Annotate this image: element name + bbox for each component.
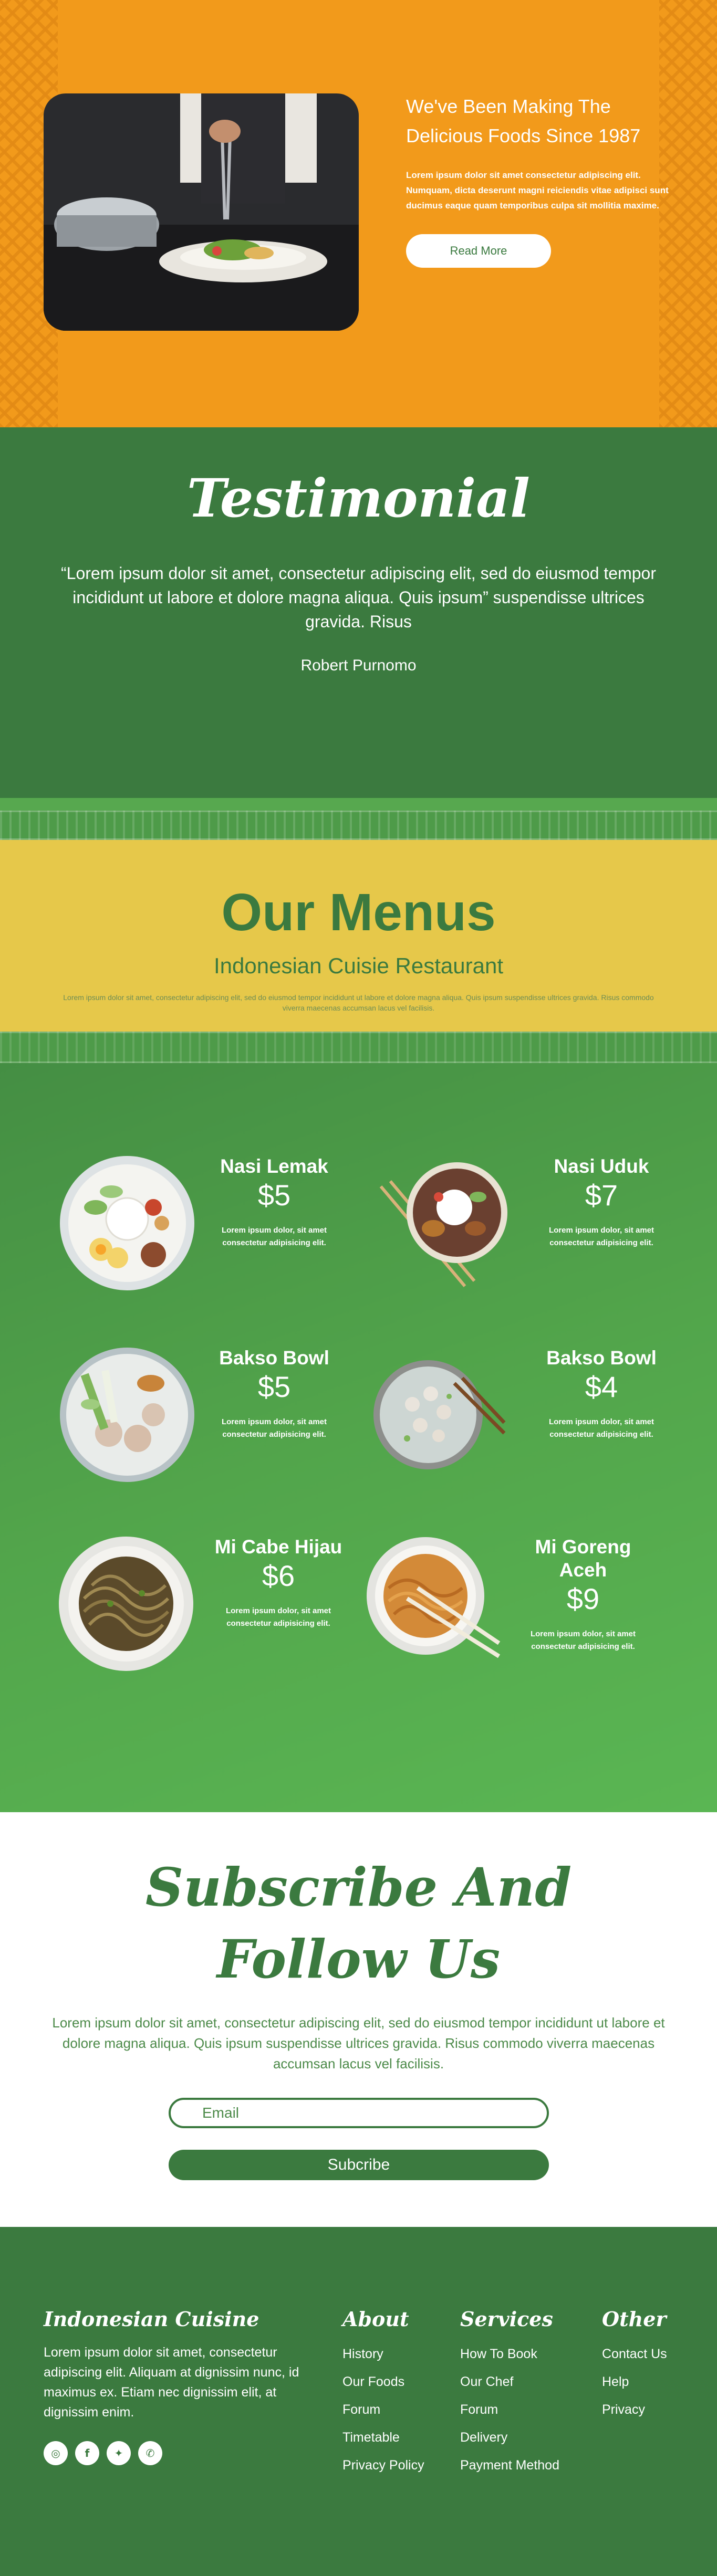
footer-link-privacy-policy[interactable]: Privacy Policy xyxy=(342,2452,424,2479)
subscribe-button[interactable]: Subcribe xyxy=(169,2150,549,2180)
about-body: Lorem ipsum dolor sit amet consectetur a… xyxy=(406,170,669,211)
footer-brand-title: Indonesian Cuisine xyxy=(44,2307,259,2331)
chef-plating-photo xyxy=(44,93,359,331)
about-text-block: We've Been Making The Delicious Foods Si… xyxy=(406,92,674,268)
footer-link-forum[interactable]: Forum xyxy=(342,2396,424,2424)
menu-name: Mi Goreng Aceh xyxy=(535,1536,631,1581)
menu-item-nasi-uduk[interactable]: Nasi Uduk $7 Lorem ipsum dolor, sit amet… xyxy=(376,1155,691,1312)
testimonial-author: Robert Purnomo xyxy=(300,657,417,674)
nasi-uduk-bowl xyxy=(376,1155,512,1291)
testimonial-title: Testimonial xyxy=(186,467,531,529)
menu-item-mi-goreng-aceh[interactable]: Mi Goreng Aceh $9 Lorem ipsum dolor, sit… xyxy=(365,1536,680,1693)
instagram-icon[interactable]: ◎ xyxy=(44,2441,68,2465)
footer-links: Contact Us Help Privacy xyxy=(602,2340,667,2424)
menu-desc: Lorem ipsum dolor, sit amet consectetur … xyxy=(221,1226,327,1247)
footer: Indonesian Cuisine Lorem ipsum dolor sit… xyxy=(0,2227,717,2576)
bakso-bowl xyxy=(59,1347,195,1483)
menu-desc: Lorem ipsum dolor, sit amet consectetur … xyxy=(225,1606,331,1628)
green-chili-noodle-plate xyxy=(58,1536,194,1672)
menu-info: Mi Goreng Aceh $9 Lorem ipsum dolor, sit… xyxy=(515,1536,651,1653)
menu-info: Mi Cabe Hijau $6 Lorem ipsum dolor, sit … xyxy=(210,1536,347,1630)
menu-info: Bakso Bowl $4 Lorem ipsum dolor, sit ame… xyxy=(533,1347,670,1441)
menu-name: Nasi Uduk xyxy=(554,1155,649,1177)
menu-price: $9 xyxy=(566,1582,600,1615)
footer-brand-desc: Lorem ipsum dolor sit amet, consectetur … xyxy=(44,2345,299,2420)
testimonial-section: Testimonial “Lorem ipsum dolor sit amet,… xyxy=(0,427,717,798)
menus-header: Our Menus Indonesian Cuisie Restaurant L… xyxy=(0,840,717,1032)
menus-section: Our Menus Indonesian Cuisie Restaurant L… xyxy=(0,798,717,1812)
footer-link-our-foods[interactable]: Our Foods xyxy=(342,2368,424,2396)
menu-price: $6 xyxy=(262,1559,295,1592)
menu-price: $5 xyxy=(257,1179,291,1212)
subscribe-body: Lorem ipsum dolor sit amet, consectetur … xyxy=(52,2015,665,2072)
about-heading: We've Been Making The Delicious Foods Si… xyxy=(406,96,641,146)
about-section: We've Been Making The Delicious Foods Si… xyxy=(0,0,717,427)
menu-info: Nasi Lemak $5 Lorem ipsum dolor, sit ame… xyxy=(206,1155,342,1249)
footer-col-services: Services How To Book Our Chef Forum Deli… xyxy=(460,2306,559,2479)
footer-link-payment-method[interactable]: Payment Method xyxy=(460,2452,559,2479)
menu-price: $5 xyxy=(257,1370,291,1403)
footer-link-how-to-book[interactable]: How To Book xyxy=(460,2340,559,2368)
nasi-lemak-plate xyxy=(59,1155,195,1291)
menu-name: Mi Cabe Hijau xyxy=(214,1536,342,1558)
facebook-icon[interactable]: f xyxy=(75,2441,99,2465)
footer-link-forum[interactable]: Forum xyxy=(460,2396,559,2424)
menu-desc: Lorem ipsum dolor, sit amet consectetur … xyxy=(530,1629,636,1651)
social-links: ◎ f ✦ ✆ xyxy=(44,2441,317,2465)
footer-link-our-chef[interactable]: Our Chef xyxy=(460,2368,559,2396)
footer-link-delivery[interactable]: Delivery xyxy=(460,2424,559,2452)
bakso-soup-bowl xyxy=(370,1347,507,1483)
menu-info: Bakso Bowl $5 Lorem ipsum dolor, sit ame… xyxy=(206,1347,342,1441)
footer-col-other: Other Contact Us Help Privacy xyxy=(602,2306,667,2424)
footer-link-timetable[interactable]: Timetable xyxy=(342,2424,424,2452)
subscribe-title-line1: Subscribe And xyxy=(145,1856,572,1918)
menu-price: $7 xyxy=(585,1179,618,1212)
batik-border-top xyxy=(0,811,717,840)
footer-col-title: Other xyxy=(602,2307,667,2331)
menu-desc: Lorem ipsum dolor, sit amet consectetur … xyxy=(548,1226,654,1247)
footer-link-history[interactable]: History xyxy=(342,2340,424,2368)
menus-title: Our Menus xyxy=(221,883,496,942)
menu-info: Nasi Uduk $7 Lorem ipsum dolor, sit amet… xyxy=(533,1155,670,1249)
menu-name: Bakso Bowl xyxy=(219,1347,329,1369)
menu-item-bakso-soup[interactable]: Bakso Bowl $4 Lorem ipsum dolor, sit ame… xyxy=(370,1347,685,1504)
read-more-button[interactable]: Read More xyxy=(406,234,551,268)
footer-brand: Indonesian Cuisine Lorem ipsum dolor sit… xyxy=(44,2306,317,2465)
footer-links: History Our Foods Forum Timetable Privac… xyxy=(342,2340,424,2479)
menu-name: Bakso Bowl xyxy=(546,1347,657,1369)
batik-border-bottom xyxy=(0,1032,717,1063)
email-field[interactable] xyxy=(169,2098,549,2128)
subscribe-title: Subscribe And Follow Us xyxy=(0,1852,717,1995)
footer-link-privacy[interactable]: Privacy xyxy=(602,2396,667,2424)
menu-item-mi-cabe-hijau[interactable]: Mi Cabe Hijau $6 Lorem ipsum dolor, sit … xyxy=(58,1536,373,1693)
menus-description: Lorem ipsum dolor sit amet, consectetur … xyxy=(63,993,654,1012)
subscribe-title-line2: Follow Us xyxy=(216,1928,501,1990)
testimonial-quote: “Lorem ipsum dolor sit amet, consectetur… xyxy=(61,564,656,631)
footer-link-contact-us[interactable]: Contact Us xyxy=(602,2340,667,2368)
menu-desc: Lorem ipsum dolor, sit amet consectetur … xyxy=(548,1417,654,1439)
footer-col-about: About History Our Foods Forum Timetable … xyxy=(342,2306,424,2479)
subscribe-section: Subscribe And Follow Us Lorem ipsum dolo… xyxy=(0,1812,717,2227)
green-band xyxy=(0,798,717,811)
menu-price: $4 xyxy=(585,1370,618,1403)
footer-col-title: Services xyxy=(460,2307,553,2331)
menu-desc: Lorem ipsum dolor, sit amet consectetur … xyxy=(221,1417,327,1439)
menu-item-bakso-bowl[interactable]: Bakso Bowl $5 Lorem ipsum dolor, sit ame… xyxy=(59,1347,374,1504)
footer-col-title: About xyxy=(342,2307,409,2331)
fried-noodle-plate xyxy=(365,1536,502,1672)
menu-item-nasi-lemak[interactable]: Nasi Lemak $5 Lorem ipsum dolor, sit ame… xyxy=(59,1155,374,1312)
menus-subtitle: Indonesian Cuisie Restaurant xyxy=(213,953,503,978)
whatsapp-icon[interactable]: ✆ xyxy=(138,2441,162,2465)
footer-link-help[interactable]: Help xyxy=(602,2368,667,2396)
menu-name: Nasi Lemak xyxy=(220,1155,328,1177)
footer-links: How To Book Our Chef Forum Delivery Paym… xyxy=(460,2340,559,2479)
twitter-icon[interactable]: ✦ xyxy=(107,2441,131,2465)
